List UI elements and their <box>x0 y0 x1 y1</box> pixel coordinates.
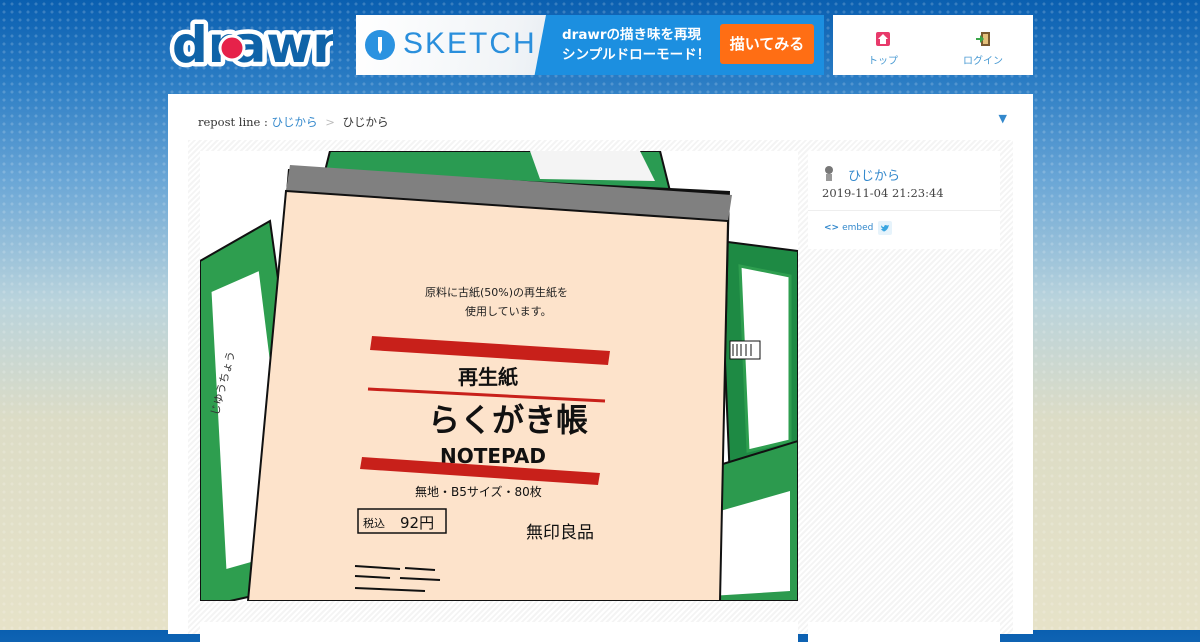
pencil-icon <box>365 30 395 60</box>
repost-separator: > <box>325 115 335 129</box>
drawing-brand: 無印良品 <box>526 523 594 543</box>
drawing-price-label: 税込 <box>363 516 385 530</box>
notepad-illustration: 原料に古紙(50%)の再生紙を 使用しています。 再生紙 らくがき帳 NOTEP… <box>200 151 798 601</box>
embed-label: embed <box>842 223 874 233</box>
banner-line-1: drawrの描き味を再現 <box>562 27 702 43</box>
drawing-title: らくがき帳 <box>428 401 588 439</box>
repost-prefix: repost line : <box>198 115 268 129</box>
twitter-icon[interactable] <box>878 221 892 235</box>
drawing-spec: 無地・B5サイズ・80枚 <box>415 484 542 499</box>
drawing-recycle-note-2: 使用しています。 <box>465 305 552 318</box>
sketch-banner[interactable]: SKETCH drawrの描き味を再現 シンプルドローモード！ 描いてみる <box>356 15 824 75</box>
comment-area <box>200 622 798 642</box>
repost-user-link[interactable]: ひじから <box>272 115 318 129</box>
embed-button[interactable]: <> embed <box>824 223 873 233</box>
post-user-name[interactable]: ひじから <box>848 165 900 184</box>
nav-login[interactable]: ログイン <box>933 15 1033 75</box>
logo-wordmark-fill: drawr <box>172 16 333 74</box>
drawr-logo[interactable]: drawr drawr <box>168 14 333 76</box>
header-nav: トップ ログイン <box>833 15 1033 75</box>
banner-cta-button[interactable]: 描いてみる <box>720 24 814 64</box>
repost-toggle-icon[interactable]: ▼ <box>999 112 1007 125</box>
nav-top-label: トップ <box>868 56 898 67</box>
nav-top[interactable]: トップ <box>833 15 933 75</box>
drawing-kind: 再生紙 <box>458 365 518 389</box>
drawing-price: 92円 <box>400 514 434 532</box>
post-info-card: ひじから 2019-11-04 21:23:44 <> embed <box>808 151 1000 249</box>
nav-login-label: ログイン <box>963 56 1003 67</box>
login-icon <box>976 32 990 46</box>
banner-product-name: SKETCH <box>403 27 537 60</box>
drawing-canvas[interactable]: 原料に古紙(50%)の再生紙を 使用しています。 再生紙 らくがき帳 NOTEP… <box>200 151 798 601</box>
banner-copy: drawrの描き味を再現 シンプルドローモード！ <box>562 25 710 65</box>
main-panel: repost line : ひじから > ひじから ▼ 原料に古紙(50%)の再… <box>168 94 1033 642</box>
repost-line: repost line : ひじから > ひじから <box>198 114 388 130</box>
drawing-recycle-note-1: 原料に古紙(50%)の再生紙を <box>425 285 568 299</box>
repost-current-user: ひじから <box>342 115 389 129</box>
banner-line-2: シンプルドローモード！ <box>562 47 711 63</box>
user-avatar-icon[interactable] <box>822 165 836 181</box>
info-divider <box>808 210 1000 211</box>
side-area <box>808 622 1000 642</box>
code-icon: <> <box>824 223 840 233</box>
home-icon <box>876 32 890 46</box>
post-date: 2019-11-04 21:23:44 <box>822 186 944 200</box>
